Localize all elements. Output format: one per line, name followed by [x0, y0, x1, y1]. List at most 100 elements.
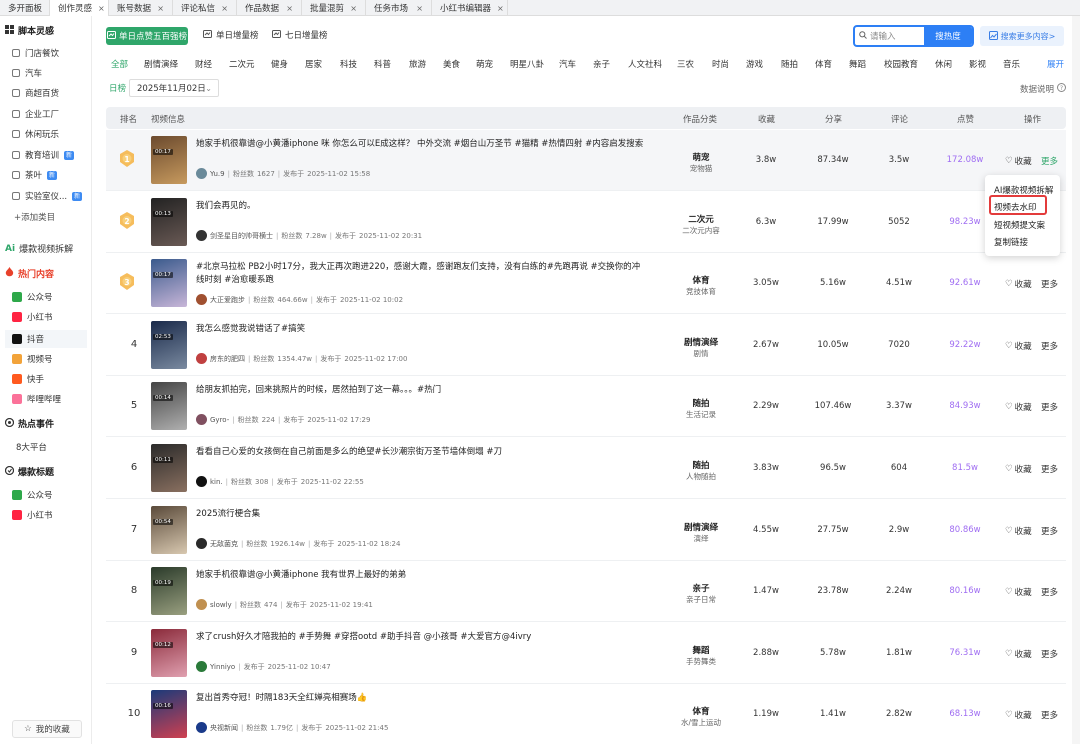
video-title[interactable]: 她家手机很靠谱@小黄潘iphone 我有世界上最好的弟弟	[196, 569, 646, 582]
favorite-button[interactable]: ♡收藏	[1005, 709, 1032, 721]
favorite-button[interactable]: ♡收藏	[1005, 463, 1032, 475]
tab-batch-remix[interactable]: 批量混剪 ×	[302, 0, 366, 16]
category-filter-item[interactable]: 音乐	[1003, 58, 1020, 70]
sidebar-item-kuaishou[interactable]: 快手	[12, 370, 88, 388]
sidebar-item-shop[interactable]: 商超百货	[12, 84, 88, 102]
category-filter-item[interactable]: 科普	[374, 58, 391, 70]
favorite-button[interactable]: ♡收藏	[1005, 155, 1032, 167]
video-thumbnail[interactable]: 00:11	[151, 444, 187, 492]
rank-tab-daily-increase[interactable]: 单日增量榜	[203, 29, 259, 41]
close-icon[interactable]: ×	[491, 4, 504, 13]
video-thumbnail[interactable]: 00:17	[151, 136, 187, 184]
category-filter-item[interactable]: 校园教育	[884, 58, 918, 70]
video-title[interactable]: 求了crush好久才陪我拍的 #手势舞 #穿搭ootd #助手抖音 @小孩哥 #…	[196, 631, 646, 644]
avatar[interactable]	[196, 353, 207, 364]
category-filter-item[interactable]: 明星八卦	[510, 58, 544, 70]
video-thumbnail[interactable]: 02:53	[151, 321, 187, 369]
sidebar-item-xiaohongshu[interactable]: 小红书	[12, 308, 88, 326]
video-thumbnail[interactable]: 00:19	[151, 567, 187, 615]
tab-works-data[interactable]: 作品数据 ×	[237, 0, 302, 16]
sidebar-item-factory[interactable]: 企业工厂	[12, 105, 88, 123]
sidebar-item-title-xiaohongshu[interactable]: 小红书	[12, 506, 88, 524]
sidebar-item-channels[interactable]: 视频号	[12, 350, 88, 368]
video-thumbnail[interactable]: 00:17	[151, 259, 187, 307]
menu-item-extract-copy[interactable]: 短视频提文案	[994, 219, 1045, 231]
ai-video-breakdown[interactable]: Ai 爆款视频拆解	[5, 242, 73, 256]
avatar[interactable]	[196, 538, 207, 549]
more-button[interactable]: 更多	[1041, 340, 1058, 352]
category-filter-item[interactable]: 健身	[271, 58, 288, 70]
category-filter-item[interactable]: 科技	[340, 58, 357, 70]
close-icon[interactable]: ×	[344, 4, 357, 13]
search-more-button[interactable]: 搜索更多内容>	[980, 26, 1064, 46]
sidebar-item-title-wechat[interactable]: 公众号	[12, 486, 88, 504]
avatar[interactable]	[196, 722, 207, 733]
rank-tab-weekly-increase[interactable]: 七日增量榜	[272, 29, 328, 41]
favorite-button[interactable]: ♡收藏	[1005, 586, 1032, 598]
menu-item-copy-link[interactable]: 复制链接	[994, 236, 1028, 248]
sidebar-item-store[interactable]: 门店餐饮	[12, 44, 88, 62]
video-thumbnail[interactable]: 00:13	[151, 198, 187, 246]
author-name[interactable]: Yu.9	[210, 170, 225, 178]
favorite-button[interactable]: ♡收藏	[1005, 648, 1032, 660]
category-filter-item[interactable]: 亲子	[593, 58, 610, 70]
more-button[interactable]: 更多	[1041, 278, 1058, 290]
avatar[interactable]	[196, 168, 207, 179]
more-button[interactable]: 更多	[1041, 463, 1058, 475]
avatar[interactable]	[196, 230, 207, 241]
sidebar-item-douyin[interactable]: 抖音	[5, 330, 87, 348]
tab-comments-dm[interactable]: 评论私信 ×	[173, 0, 237, 16]
sidebar-section-script-inspiration[interactable]: 脚本灵感	[5, 24, 54, 37]
close-icon[interactable]: ×	[151, 4, 164, 13]
data-note-link[interactable]: 数据说明 ?	[1020, 83, 1067, 95]
video-title[interactable]: 我怎么感觉我说错话了#搞笑	[196, 323, 646, 336]
my-favorites-button[interactable]: ☆ 我的收藏	[12, 720, 82, 738]
category-filter-item[interactable]: 三农	[677, 58, 694, 70]
sidebar-item-8-platforms[interactable]: 8大平台	[16, 438, 92, 456]
add-category-link[interactable]: +添加类目	[14, 208, 90, 226]
page-scrollbar[interactable]	[1072, 16, 1080, 744]
sidebar-item-bilibili[interactable]: 哔哩哔哩	[12, 390, 88, 408]
video-title[interactable]: 给朋友抓拍完，回来挑照片的时候，居然拍到了这一幕。。。#热门	[196, 384, 646, 397]
sidebar-section-hot-events[interactable]: 热点事件	[4, 417, 54, 430]
more-button[interactable]: 更多	[1041, 401, 1058, 413]
author-name[interactable]: 房东的肥四	[210, 354, 245, 364]
avatar[interactable]	[196, 661, 207, 672]
sidebar-item-leisure[interactable]: 休闲玩乐	[12, 125, 88, 143]
sidebar-item-wechat[interactable]: 公众号	[12, 288, 88, 306]
favorite-button[interactable]: ♡收藏	[1005, 340, 1032, 352]
avatar[interactable]	[196, 476, 207, 487]
video-thumbnail[interactable]: 00:14	[151, 382, 187, 430]
category-filter-item[interactable]: 舞蹈	[849, 58, 866, 70]
category-filter-item[interactable]: 休闲	[935, 58, 952, 70]
favorite-button[interactable]: ♡收藏	[1005, 525, 1032, 537]
video-title[interactable]: 她家手机很靠谱@小黄潘iphone 咪 你怎么可以E成这样？ 中外交流 #烟台山…	[196, 138, 646, 151]
author-name[interactable]: 剑圣星目的帅哥横士	[210, 231, 273, 241]
video-thumbnail[interactable]: 00:12	[151, 629, 187, 677]
sidebar-section-hot-content[interactable]: 热门内容	[5, 267, 54, 280]
sidebar-item-edu[interactable]: 教育培训新	[12, 146, 88, 164]
video-title[interactable]: 2025流行梗合集	[196, 508, 646, 521]
category-filter-item[interactable]: 财经	[195, 58, 212, 70]
author-name[interactable]: kin.	[210, 478, 223, 486]
close-icon[interactable]: ×	[215, 4, 228, 13]
tab-multi-panel[interactable]: 多开面板	[0, 0, 50, 16]
author-name[interactable]: slowly	[210, 601, 232, 609]
close-icon[interactable]: ×	[280, 4, 293, 13]
category-filter-item[interactable]: 旅游	[409, 58, 426, 70]
author-name[interactable]: Yinniyo	[210, 663, 235, 671]
category-filter-item[interactable]: 剧情演绎	[144, 58, 178, 70]
author-name[interactable]: Gyro-	[210, 416, 229, 424]
tab-creative-inspiration[interactable]: 创作灵感 ×	[50, 0, 109, 16]
tab-xhs-editor[interactable]: 小红书编辑器 ×	[432, 0, 508, 16]
video-thumbnail[interactable]: 00:16	[151, 690, 187, 738]
avatar[interactable]	[196, 414, 207, 425]
category-filter-item[interactable]: 汽车	[559, 58, 576, 70]
date-select[interactable]: 2025年11月02日 ⌄	[129, 79, 219, 97]
more-button[interactable]: 更多	[1041, 648, 1058, 660]
category-filter-item[interactable]: 体育	[815, 58, 832, 70]
search-input[interactable]: 请输入	[855, 30, 924, 42]
favorite-button[interactable]: ♡收藏	[1005, 278, 1032, 290]
avatar[interactable]	[196, 294, 207, 305]
video-title[interactable]: 复出首秀夺冠！时隔183天全红婵亮相赛场👍	[196, 692, 646, 705]
